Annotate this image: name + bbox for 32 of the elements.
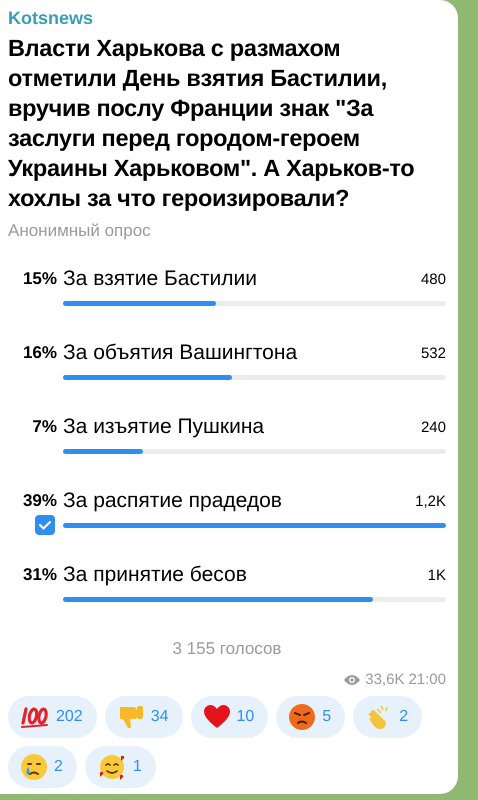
- option-text: За принятие бесов: [63, 563, 248, 587]
- poll-type: Анонимный опрос: [8, 221, 152, 241]
- option-percent: 15%: [22, 269, 58, 289]
- poll-question: Власти Харькова с размахом отметили День взятия Бастилии, вручив послу Франции знак "За заслуги перед городом-героем Украины Харьковом". А Харьков-то хохлы за что героизировали?: [8, 34, 416, 213]
- option-percent: 31%: [22, 565, 58, 585]
- reaction-button[interactable]: 34: [104, 696, 182, 738]
- option-percent: 7%: [31, 417, 58, 437]
- eye-icon: [343, 674, 362, 686]
- option-text: За взятие Бастилии: [63, 267, 258, 291]
- option-text: За изъятие Пушкина: [63, 415, 266, 439]
- channel-name[interactable]: Kotsnews: [8, 8, 446, 29]
- option-votes: 532: [420, 344, 446, 362]
- angry-face-icon: [288, 703, 316, 731]
- message-time: 21:00: [408, 671, 446, 688]
- reaction-button[interactable]: 2: [8, 746, 77, 788]
- reaction-button[interactable]: 5: [276, 696, 346, 738]
- reaction-button[interactable]: 2: [353, 696, 422, 738]
- option-percent: 39%: [22, 491, 58, 511]
- option-text: За распятие прадедов: [63, 489, 283, 513]
- reaction-button[interactable]: 10: [190, 696, 268, 738]
- option-votes: 240: [420, 418, 446, 436]
- option-votes: 480: [420, 270, 446, 288]
- option-votes: 1,2K: [415, 492, 446, 510]
- option-percent: 16%: [22, 343, 58, 363]
- option-text: За объятия Вашингтона: [63, 341, 298, 365]
- crying-face-icon: [20, 753, 48, 781]
- heart-icon: [202, 704, 230, 730]
- view-count: 33,6K: [365, 671, 404, 688]
- option-votes: 1K: [428, 566, 446, 584]
- total-votes: 3 155 голосов: [172, 639, 282, 659]
- reaction-button[interactable]: 1: [84, 746, 156, 788]
- reaction-button[interactable]: 202: [8, 696, 97, 738]
